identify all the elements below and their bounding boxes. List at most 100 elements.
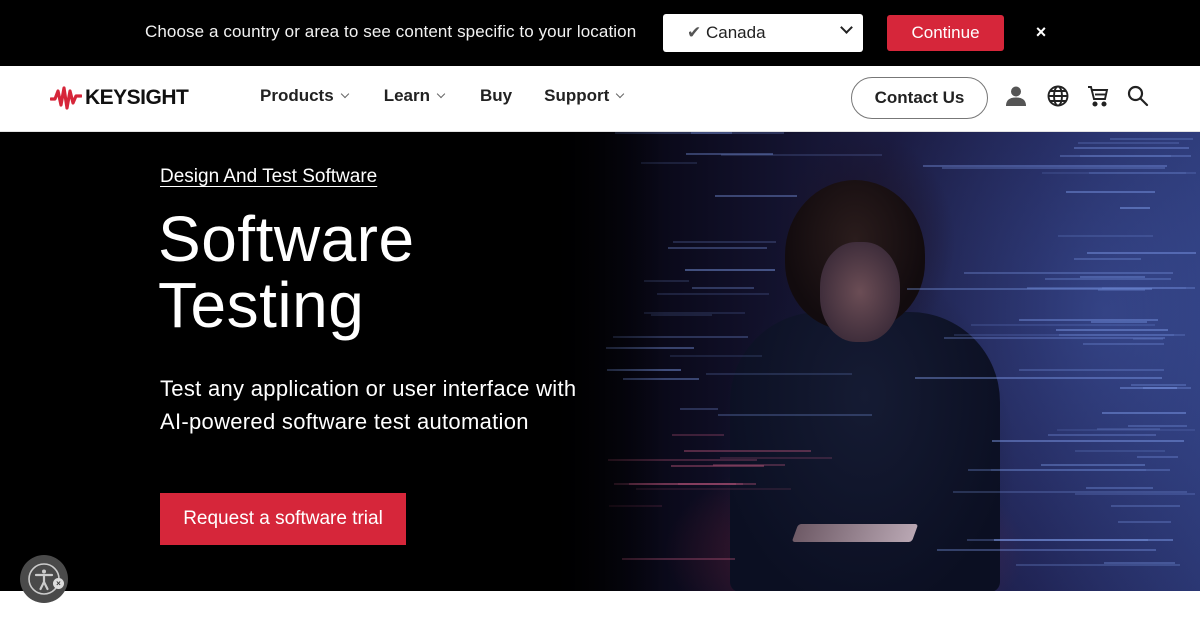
code-line (1137, 456, 1178, 458)
code-line (967, 539, 1148, 541)
code-line (1075, 493, 1195, 495)
page-title: Software Testing (158, 206, 415, 338)
code-line (954, 334, 1174, 336)
code-line (715, 195, 797, 197)
country-select[interactable]: ✔ Canada (663, 14, 863, 52)
code-line (1133, 338, 1163, 340)
hero-image-fade (545, 132, 665, 591)
code-line (657, 293, 769, 295)
code-line (1080, 276, 1145, 278)
code-line (668, 247, 767, 249)
code-line (670, 355, 762, 357)
check-icon: ✔ (687, 23, 702, 42)
code-line (1048, 434, 1156, 436)
code-line (1019, 369, 1164, 371)
code-line (971, 324, 1155, 326)
chevron-down-icon (616, 89, 625, 99)
code-line (718, 414, 872, 416)
main-nav: Products Learn Buy Support (260, 86, 659, 106)
chevron-down-icon (340, 89, 349, 99)
page-title-line-1: Software (158, 203, 415, 275)
code-line (680, 408, 718, 410)
code-line (1074, 147, 1189, 149)
chevron-down-icon (436, 89, 446, 99)
code-line (1083, 343, 1164, 345)
code-line (1027, 287, 1195, 289)
hero-image-person-face (820, 242, 900, 342)
hero-description: Test any application or user interface w… (160, 376, 577, 434)
accessibility-button[interactable]: × (20, 555, 68, 603)
code-line (673, 241, 776, 243)
code-line (964, 272, 1173, 274)
nav-item-buy[interactable]: Buy (480, 86, 512, 106)
code-line (1056, 329, 1168, 331)
code-line (1102, 412, 1186, 414)
code-line (1019, 319, 1158, 321)
request-trial-button[interactable]: Request a software trial (160, 493, 406, 545)
code-line (937, 549, 1156, 551)
chevron-down-icon (840, 21, 853, 34)
nav-item-label: Learn (383, 86, 430, 105)
code-line (1058, 235, 1153, 237)
nav-item-products[interactable]: Products (260, 86, 349, 106)
code-line (1110, 138, 1193, 140)
code-line (720, 457, 832, 459)
nav-item-label: Buy (479, 86, 513, 105)
code-line (1131, 384, 1186, 386)
brand-wordmark: KEYSIGHT (85, 86, 189, 109)
code-line (1016, 564, 1180, 566)
hero-section: Design And Test Software Software Testin… (0, 132, 1200, 591)
nav-item-label: Support (544, 86, 610, 105)
breadcrumb-link[interactable]: Design And Test Software (160, 166, 377, 188)
code-line (691, 132, 784, 134)
close-icon[interactable]: × (1030, 20, 1052, 44)
code-line (1087, 252, 1196, 254)
search-icon[interactable] (1126, 84, 1150, 108)
code-line (1045, 278, 1171, 280)
code-line (1041, 464, 1145, 466)
code-line (671, 465, 764, 467)
globe-icon[interactable] (1046, 84, 1070, 108)
code-line (1078, 142, 1179, 144)
code-line (992, 440, 1184, 442)
continue-button[interactable]: Continue (887, 15, 1004, 51)
code-line (692, 287, 754, 289)
code-line (1066, 191, 1155, 193)
code-line (1042, 172, 1186, 174)
code-line (1120, 387, 1177, 389)
code-line (706, 373, 852, 375)
code-line (991, 469, 1146, 471)
country-banner: Choose a country or area to see content … (0, 0, 1200, 66)
hero-image-tablet (791, 524, 919, 542)
code-line (1060, 155, 1191, 157)
code-line (953, 491, 1187, 493)
code-line (672, 434, 724, 436)
code-line (1120, 207, 1150, 209)
code-line (1091, 321, 1147, 323)
cart-icon[interactable] (1086, 84, 1110, 108)
code-line (1128, 425, 1187, 427)
user-icon[interactable] (1004, 84, 1028, 108)
code-line (686, 153, 773, 155)
code-line (923, 165, 1167, 167)
code-line (915, 377, 1162, 379)
country-select-value: Canada (706, 23, 766, 42)
code-line (1086, 487, 1153, 489)
keysight-logo[interactable]: KEYSIGHT (50, 83, 189, 113)
code-line (1111, 505, 1180, 507)
close-icon[interactable]: × (53, 578, 64, 589)
keysight-wave-icon (50, 86, 82, 110)
country-banner-message: Choose a country or area to see content … (145, 22, 637, 41)
code-line (1118, 521, 1171, 523)
page-title-line-2: Testing (158, 269, 365, 341)
nav-item-support[interactable]: Support (544, 86, 625, 106)
contact-us-button[interactable]: Contact Us (851, 77, 988, 119)
code-line (684, 450, 811, 452)
nav-item-learn[interactable]: Learn (383, 86, 446, 106)
site-header: KEYSIGHT Products Learn Buy Support Cont… (0, 66, 1200, 132)
code-line (1075, 450, 1165, 452)
code-line (685, 269, 775, 271)
code-line (1057, 429, 1195, 431)
hero-image (545, 132, 1200, 591)
code-line (1074, 258, 1141, 260)
